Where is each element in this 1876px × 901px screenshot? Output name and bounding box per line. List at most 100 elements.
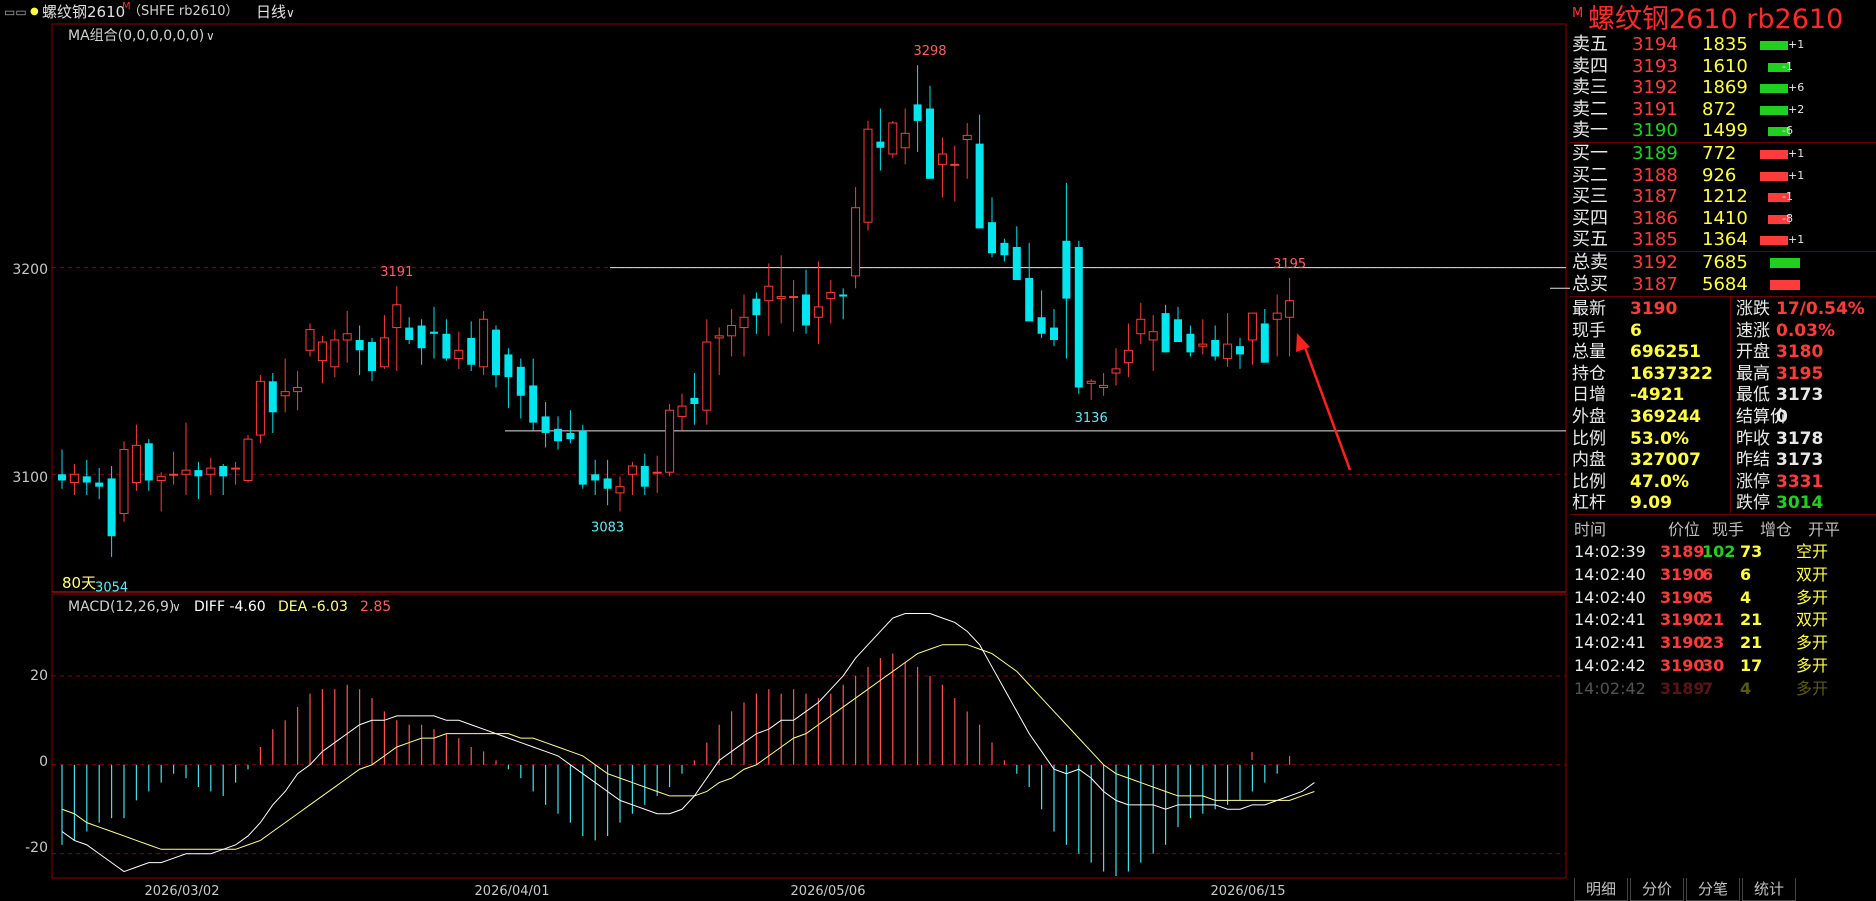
candle-body	[926, 108, 934, 179]
quote-label: 杠杆	[1572, 493, 1606, 514]
tab-tick[interactable]: 分笔	[1686, 878, 1740, 901]
candle-body	[516, 366, 525, 396]
candle-body	[131, 444, 141, 484]
total-row: 总买 3187 5684	[1570, 272, 1876, 298]
tick-row[interactable]: 14:02:42 3189 7 4 多开	[1570, 675, 1876, 703]
candle-body	[913, 104, 922, 121]
macd-lines	[61, 613, 1315, 873]
candle-body	[1211, 339, 1220, 357]
candle-body	[1285, 300, 1295, 318]
total-bar	[1770, 279, 1800, 290]
price-labels: 3191 3298 3195 3083 3136 3054	[95, 44, 1306, 595]
quote-label: 跌停	[1736, 493, 1770, 514]
candle-body	[69, 473, 79, 484]
candle-body	[1086, 380, 1096, 384]
candle-body	[627, 465, 637, 475]
candle-body	[58, 474, 66, 481]
candle-body	[442, 333, 451, 359]
candle-body	[802, 294, 810, 326]
macd-dea-value: DEA -6.03	[278, 599, 348, 615]
bid-change-bar	[1760, 150, 1788, 159]
candle-body	[876, 141, 885, 148]
candle-body	[764, 285, 774, 302]
candle-body	[988, 222, 996, 254]
bid-change-bar	[1760, 236, 1788, 246]
candle-body	[392, 304, 402, 329]
candle-body	[937, 153, 947, 165]
candle-body	[1236, 346, 1244, 355]
candle-body	[541, 416, 550, 433]
candle-body	[1174, 319, 1182, 343]
candle-body	[405, 327, 414, 340]
tab-detail[interactable]: 明细	[1574, 878, 1628, 901]
candle-body	[1123, 349, 1133, 364]
candle-body	[492, 329, 500, 376]
total-bar	[1770, 258, 1800, 268]
tick-volume: 7	[1702, 678, 1714, 698]
candle-body	[1111, 368, 1121, 374]
quote-value: 9.09	[1630, 493, 1672, 514]
candle-body	[615, 486, 625, 494]
candle-body	[305, 329, 315, 351]
candle-body	[578, 430, 587, 485]
candle-body	[665, 409, 675, 473]
candle-body	[181, 469, 191, 475]
macd-chevron-icon[interactable]: ∨	[172, 600, 181, 614]
candle-body	[739, 316, 749, 329]
candle-body	[863, 128, 873, 223]
date-label-4: 2026/06/15	[1211, 884, 1286, 899]
candle-body	[1062, 240, 1071, 299]
tab-stats[interactable]: 统计	[1742, 878, 1796, 901]
candle-body	[219, 466, 228, 477]
candle-body	[330, 339, 340, 368]
macd-tick-0: 0	[39, 754, 48, 770]
macd-tick-20: 20	[30, 668, 48, 684]
tick-type: 多开	[1796, 678, 1829, 698]
candle-body	[1037, 317, 1046, 334]
candle-body	[156, 475, 166, 481]
candle-body	[231, 467, 241, 470]
ask-change-bar	[1760, 84, 1788, 94]
candle-body	[95, 482, 104, 487]
tick-price: 3189	[1660, 678, 1705, 698]
macd-tick-neg20: -20	[25, 840, 48, 856]
candle-body	[206, 467, 216, 475]
ma-chevron-icon[interactable]: ∨	[206, 29, 215, 43]
candle-body	[752, 298, 761, 316]
ma-label[interactable]: MA组合(0,0,0,0,0,0)	[68, 28, 204, 44]
quote-row: 杠杆 9.09 跌停 3014	[1570, 490, 1876, 516]
red-arrow-annotation	[1296, 333, 1352, 471]
total-label: 总买	[1572, 273, 1608, 295]
kline-chart[interactable]: 319132983195308331363054 3200 3100 20 0 …	[0, 0, 1570, 901]
candle-body	[839, 294, 848, 297]
candle-body	[119, 448, 129, 515]
candle-body	[1161, 313, 1170, 353]
candle-body	[962, 134, 972, 141]
candle-body	[243, 438, 253, 481]
candle-body	[603, 478, 612, 489]
macd-histogram-value: 2.85	[360, 599, 391, 615]
candle-body	[368, 342, 376, 371]
candle-body	[900, 132, 910, 149]
candle-body	[1099, 384, 1109, 388]
candle-body	[591, 474, 600, 481]
candle-body	[1223, 343, 1233, 360]
price-tick-3200: 3200	[12, 262, 48, 278]
candle-body	[1186, 333, 1195, 353]
candle-body	[504, 354, 513, 378]
divider	[1730, 297, 1731, 513]
candle-body	[813, 306, 823, 318]
candle-body	[789, 296, 799, 299]
candle-body	[1074, 246, 1083, 388]
candle-body	[280, 391, 290, 397]
date-label-2: 2026/04/01	[475, 884, 550, 899]
candle-body	[417, 325, 426, 349]
candle-body	[169, 473, 179, 476]
candle-body	[1012, 246, 1021, 281]
candle-body	[677, 405, 687, 417]
tab-price[interactable]: 分价	[1630, 878, 1684, 901]
macd-label[interactable]: MACD(12,26,9)	[68, 599, 174, 615]
ask-change-bar	[1760, 105, 1788, 115]
candle-body	[950, 163, 960, 166]
candle-body	[467, 337, 476, 365]
